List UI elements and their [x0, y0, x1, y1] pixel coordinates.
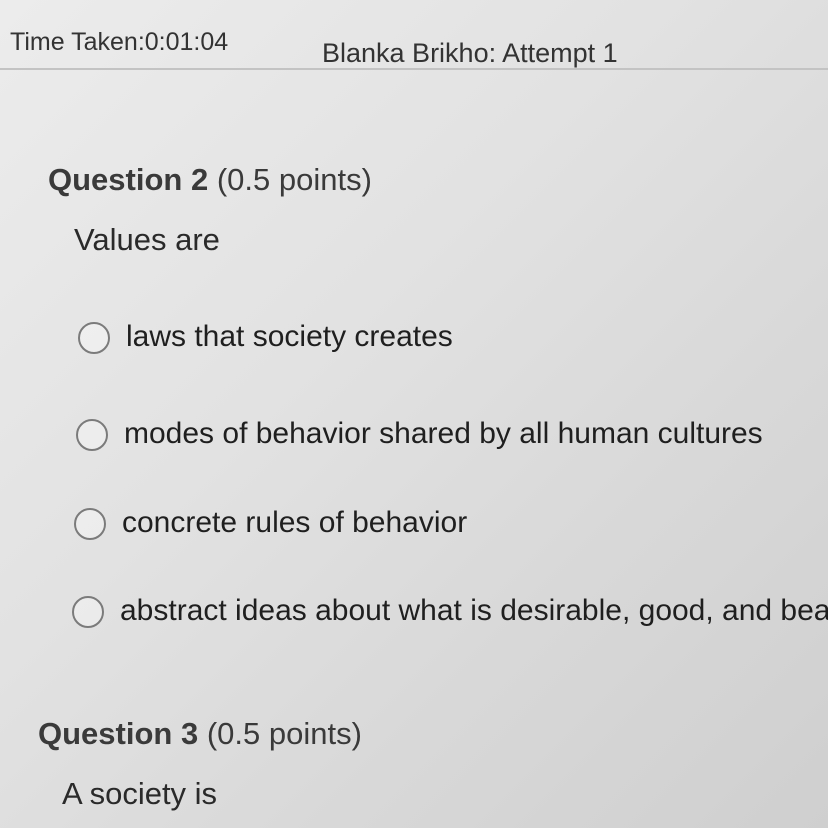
question-number: Question 2 — [48, 162, 209, 197]
question-number: Question 3 — [38, 716, 199, 751]
quiz-header: Time Taken:0:01:04 Blanka Brikho: Attemp… — [0, 0, 828, 70]
answer-option-label: concrete rules of behavior — [122, 506, 468, 539]
radio-button-icon[interactable] — [78, 322, 110, 354]
question-2-heading: Question 2 (0.5 points) — [48, 162, 372, 198]
question-prompt: A society is — [62, 776, 218, 811]
answer-option-label: modes of behavior shared by all human cu… — [124, 417, 763, 450]
attempt-title: Blanka Brikho: Attempt 1 — [322, 38, 618, 68]
question-prompt: Values are — [74, 222, 220, 257]
radio-button-icon[interactable] — [72, 596, 104, 628]
radio-button-icon[interactable] — [76, 419, 108, 451]
time-taken-label: Time Taken:0:01:04 — [10, 28, 229, 56]
question-3-heading: Question 3 (0.5 points) — [38, 716, 362, 752]
radio-button-icon[interactable] — [74, 508, 106, 540]
question-points: (0.5 points) — [216, 162, 372, 197]
question-points: (0.5 points) — [206, 716, 362, 751]
answer-option-label: abstract ideas about what is desirable, … — [120, 594, 828, 627]
answer-option-label: laws that society creates — [126, 320, 453, 353]
